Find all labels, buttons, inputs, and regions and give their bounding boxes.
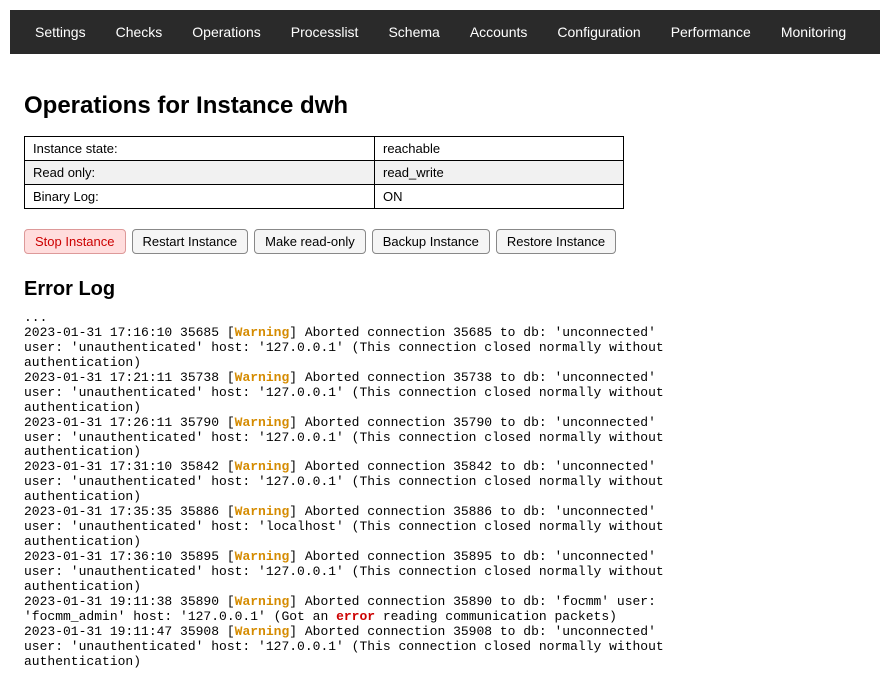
page-title: Operations for Instance dwh bbox=[24, 92, 866, 120]
nav-item-monitoring[interactable]: Monitoring bbox=[766, 10, 861, 54]
nav-item-checks[interactable]: Checks bbox=[101, 10, 178, 54]
page-content: Operations for Instance dwh Instance sta… bbox=[0, 54, 890, 690]
top-nav: SettingsChecksOperationsProcesslistSchem… bbox=[10, 10, 880, 54]
restore-instance-button[interactable]: Restore Instance bbox=[496, 229, 616, 254]
nav-item-processlist[interactable]: Processlist bbox=[276, 10, 374, 54]
log-severity: Warning bbox=[235, 415, 290, 430]
info-label: Binary Log: bbox=[25, 185, 375, 209]
info-value: ON bbox=[375, 185, 624, 209]
log-severity: Warning bbox=[235, 459, 290, 474]
nav-item-schema[interactable]: Schema bbox=[373, 10, 454, 54]
info-label: Instance state: bbox=[25, 137, 375, 161]
action-buttons-row: Stop InstanceRestart InstanceMake read-o… bbox=[24, 229, 866, 254]
log-severity: Warning bbox=[235, 624, 290, 639]
info-label: Read only: bbox=[25, 161, 375, 185]
restart-instance-button[interactable]: Restart Instance bbox=[132, 229, 249, 254]
info-row: Read only:read_write bbox=[25, 161, 624, 185]
log-severity: Warning bbox=[235, 370, 290, 385]
log-severity: Warning bbox=[235, 549, 290, 564]
make-read-only-button[interactable]: Make read-only bbox=[254, 229, 366, 254]
info-value: reachable bbox=[375, 137, 624, 161]
log-severity: Warning bbox=[235, 325, 290, 340]
backup-instance-button[interactable]: Backup Instance bbox=[372, 229, 490, 254]
nav-item-operations[interactable]: Operations bbox=[177, 10, 275, 54]
info-value: read_write bbox=[375, 161, 624, 185]
log-error-word: error bbox=[336, 609, 375, 624]
nav-item-performance[interactable]: Performance bbox=[656, 10, 766, 54]
instance-info-table: Instance state:reachableRead only:read_w… bbox=[24, 136, 624, 209]
nav-item-accounts[interactable]: Accounts bbox=[455, 10, 543, 54]
info-row: Binary Log:ON bbox=[25, 185, 624, 209]
log-severity: Warning bbox=[235, 504, 290, 519]
log-severity: Warning bbox=[235, 594, 290, 609]
info-row: Instance state:reachable bbox=[25, 137, 624, 161]
stop-instance-button[interactable]: Stop Instance bbox=[24, 229, 126, 254]
error-log-title: Error Log bbox=[24, 278, 866, 301]
nav-item-configuration[interactable]: Configuration bbox=[542, 10, 655, 54]
nav-item-settings[interactable]: Settings bbox=[20, 10, 101, 54]
error-log: ... 2023-01-31 17:16:10 35685 [Warning] … bbox=[24, 311, 684, 670]
log-prefix: ... bbox=[24, 310, 47, 325]
